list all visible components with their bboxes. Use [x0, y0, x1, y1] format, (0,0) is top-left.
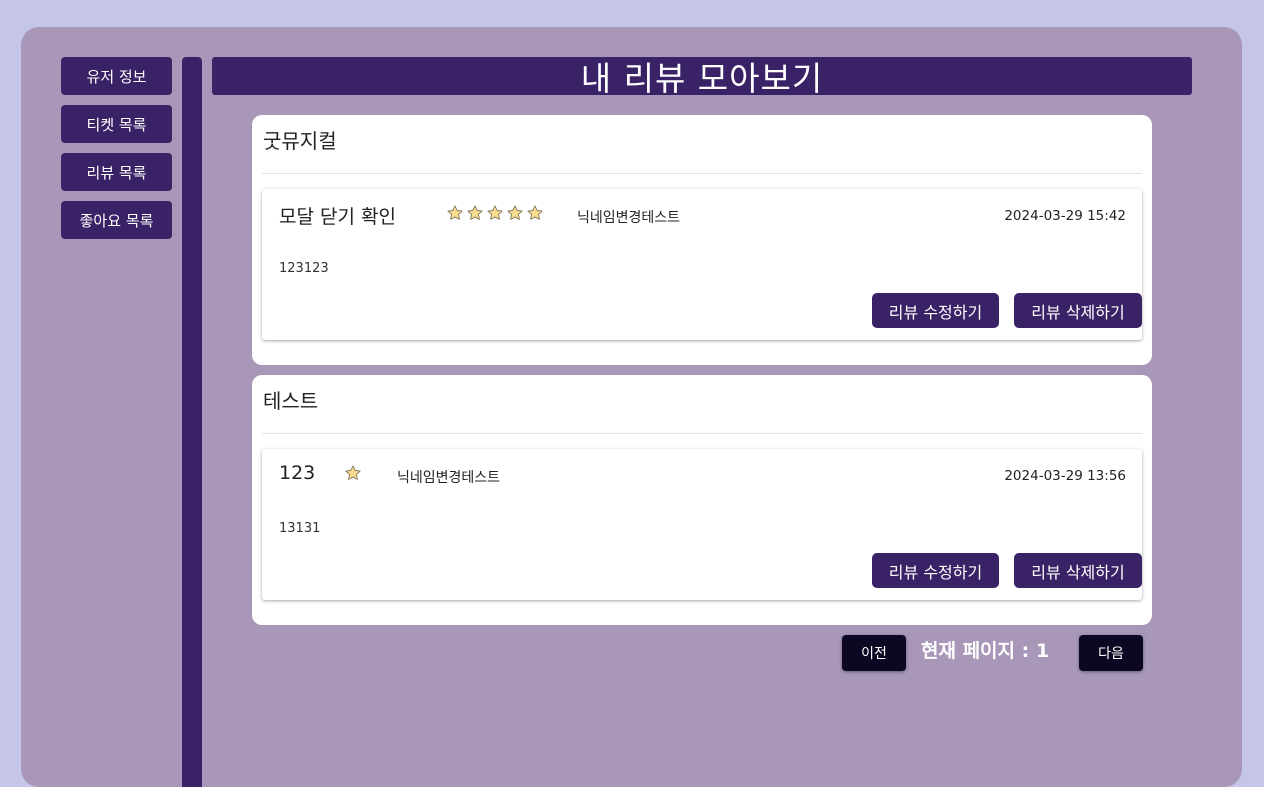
- star-icon: [344, 464, 362, 486]
- show-card: 굿뮤지컬 모달 닫기 확인 닉네임변경테스트 2024-03-29 15:42 …: [252, 115, 1152, 365]
- review-item: 모달 닫기 확인 닉네임변경테스트 2024-03-29 15:42 12312…: [262, 189, 1142, 340]
- card-divider: [262, 173, 1142, 174]
- review-nickname: 닉네임변경테스트: [577, 210, 681, 226]
- sidebar-item-ticket-list[interactable]: 티켓 목록: [61, 105, 172, 143]
- star-icon: [446, 204, 464, 226]
- delete-review-label: 리뷰 삭제하기: [1031, 302, 1125, 322]
- sidebar-item-label: 좋아요 목록: [79, 211, 154, 230]
- sidebar-item-user-info[interactable]: 유저 정보: [61, 57, 172, 95]
- page-title-text: 내 리뷰 모아보기: [580, 59, 824, 98]
- star-icon: [506, 204, 524, 226]
- sidebar-item-label: 유저 정보: [86, 67, 147, 86]
- review-content: 13131: [279, 521, 321, 536]
- show-title: 테스트: [263, 389, 319, 413]
- review-title: 123: [279, 462, 316, 484]
- sidebar-item-label: 리뷰 목록: [86, 163, 147, 182]
- review-title: 모달 닫기 확인: [279, 206, 396, 228]
- delete-review-button[interactable]: 리뷰 삭제하기: [1014, 553, 1142, 588]
- current-page-indicator: 현재 페이지 : 1: [921, 640, 1050, 662]
- next-page-label: 다음: [1098, 646, 1124, 662]
- rating-stars: [344, 464, 362, 486]
- card-divider: [262, 433, 1142, 434]
- sidebar-item-review-list[interactable]: 리뷰 목록: [61, 153, 172, 191]
- prev-page-label: 이전: [861, 646, 887, 662]
- prev-page-button[interactable]: 이전: [842, 635, 906, 671]
- review-date: 2024-03-29 13:56: [1004, 468, 1126, 484]
- review-nickname: 닉네임변경테스트: [397, 470, 501, 486]
- next-page-button[interactable]: 다음: [1079, 635, 1143, 671]
- vertical-divider: [182, 57, 202, 787]
- sidebar-item-label: 티켓 목록: [86, 115, 147, 134]
- star-icon: [486, 204, 504, 226]
- star-icon: [466, 204, 484, 226]
- rating-stars: [446, 204, 544, 226]
- review-date: 2024-03-29 15:42: [1004, 208, 1126, 224]
- delete-review-label: 리뷰 삭제하기: [1031, 562, 1125, 582]
- review-content: 123123: [279, 261, 329, 276]
- edit-review-label: 리뷰 수정하기: [888, 562, 983, 582]
- star-icon: [526, 204, 544, 226]
- edit-review-label: 리뷰 수정하기: [888, 302, 983, 322]
- review-item: 123 닉네임변경테스트 2024-03-29 13:56 13131 리뷰 수…: [262, 449, 1142, 600]
- page-title: 내 리뷰 모아보기: [212, 57, 1192, 98]
- show-title: 굿뮤지컬: [263, 129, 337, 153]
- edit-review-button[interactable]: 리뷰 수정하기: [872, 293, 999, 328]
- sidebar-item-like-list[interactable]: 좋아요 목록: [61, 201, 172, 239]
- show-card: 테스트 123 닉네임변경테스트 2024-03-29 13:56 13131 …: [252, 375, 1152, 625]
- edit-review-button[interactable]: 리뷰 수정하기: [872, 553, 999, 588]
- delete-review-button[interactable]: 리뷰 삭제하기: [1014, 293, 1142, 328]
